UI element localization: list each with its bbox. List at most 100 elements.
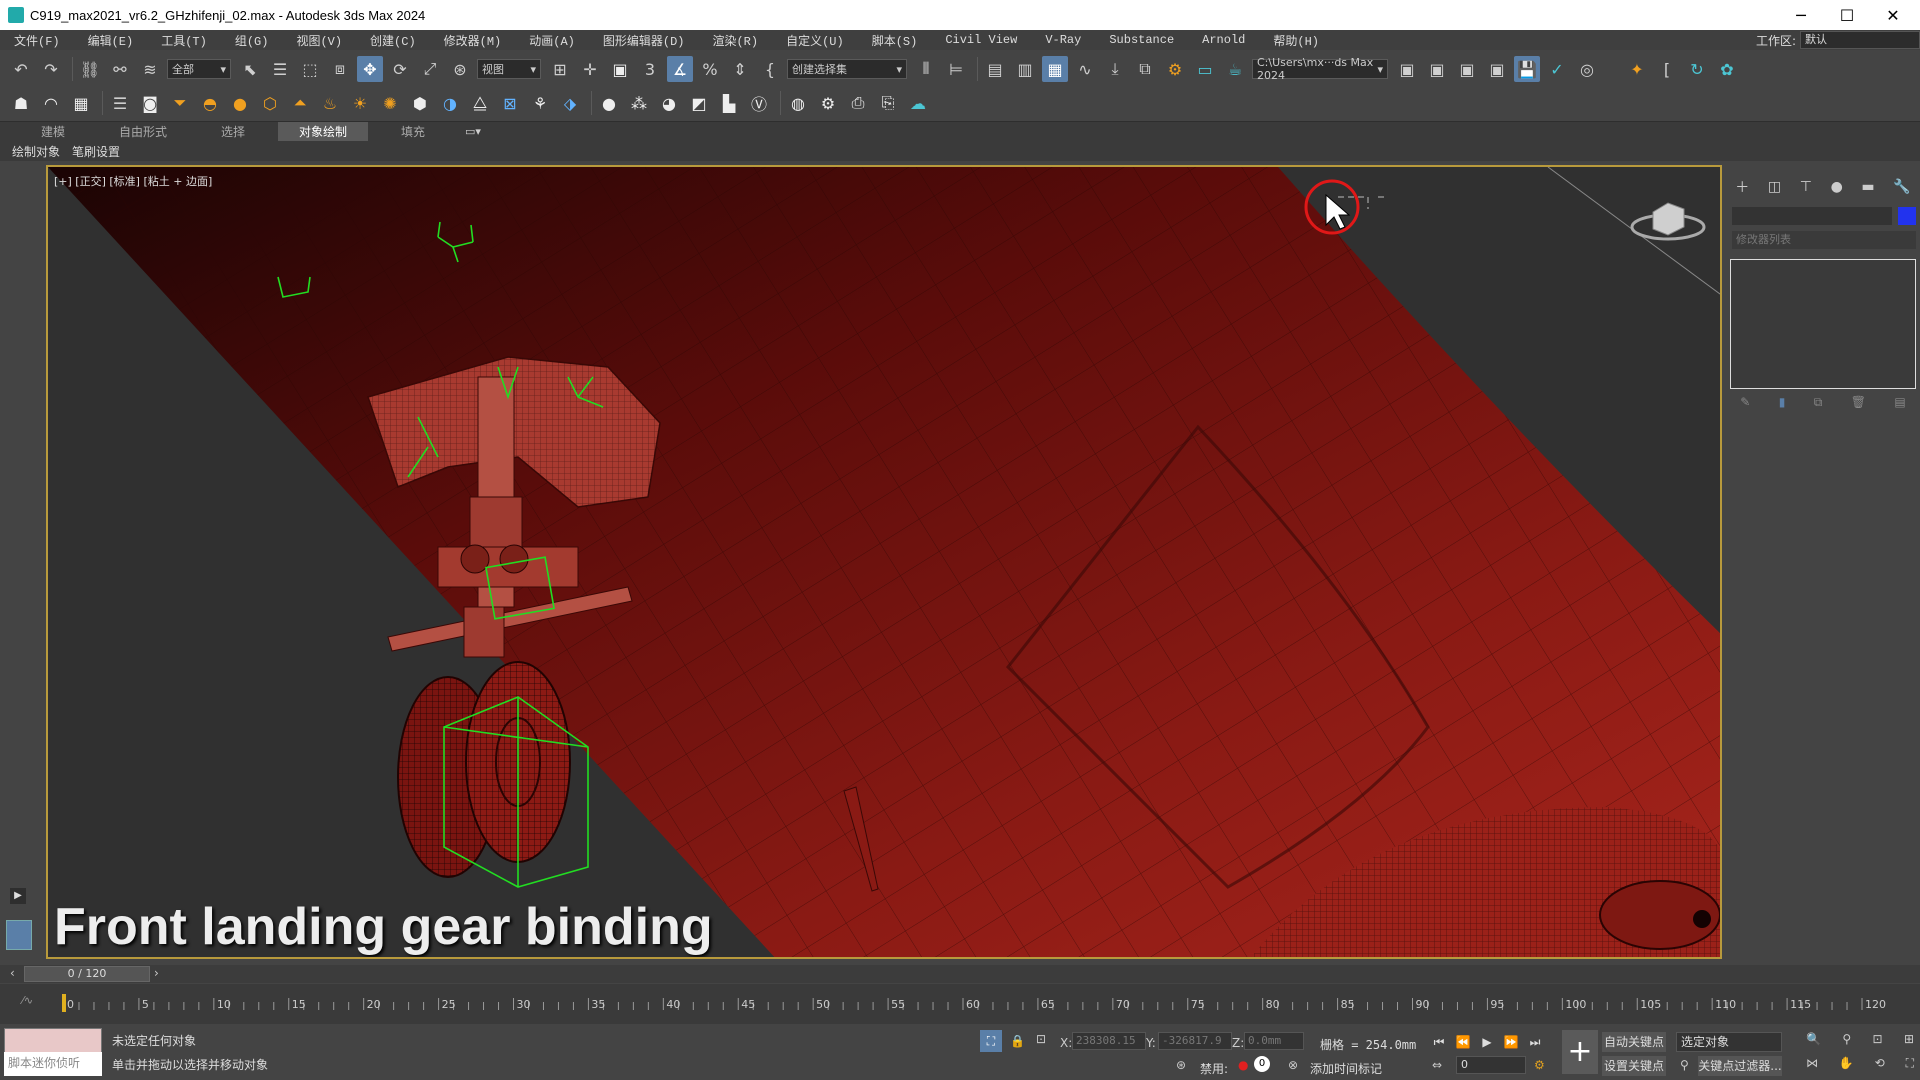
key-target-dropdown[interactable]: 选定对象 bbox=[1676, 1032, 1782, 1052]
utilities-tab-icon[interactable]: 🔧 bbox=[1893, 179, 1910, 195]
reference-coord-dropdown[interactable]: 视图 ▾ bbox=[477, 59, 541, 79]
modifier-list-dropdown[interactable]: 修改器列表 bbox=[1732, 231, 1916, 249]
material-palette-icon[interactable]: ◕ bbox=[656, 90, 682, 116]
z-coordinate-field[interactable]: 0.0mm bbox=[1244, 1032, 1304, 1050]
select-object-icon[interactable]: ⬉ bbox=[237, 56, 263, 82]
keyboard-shortcut-override-icon[interactable]: ▣ bbox=[607, 56, 633, 82]
project-folder-icon[interactable]: ▣ bbox=[1394, 56, 1420, 82]
mesh-light-icon[interactable]: ⬡ bbox=[257, 90, 283, 116]
hierarchy-tab-icon[interactable]: ⊤ bbox=[1800, 179, 1812, 195]
vfb-icon[interactable]: ◍ bbox=[785, 90, 811, 116]
merge-file-icon[interactable]: ▣ bbox=[1454, 56, 1480, 82]
refresh-icon[interactable]: ↻ bbox=[1684, 56, 1710, 82]
pan-icon[interactable]: ✋ bbox=[1839, 1056, 1854, 1071]
spinner-snap-icon[interactable]: ⇕ bbox=[727, 56, 753, 82]
percent-snap-icon[interactable]: % bbox=[697, 56, 723, 82]
pin-stack-icon[interactable]: ✎ bbox=[1740, 395, 1750, 415]
maximize-button[interactable]: ☐ bbox=[1824, 0, 1870, 30]
isolate-selection-icon[interactable]: ⛶ bbox=[980, 1030, 1002, 1052]
x-coordinate-field[interactable]: 238308.15 bbox=[1072, 1032, 1146, 1050]
menu-item[interactable]: Civil View bbox=[931, 33, 1031, 47]
material-library-icon[interactable]: ◩ bbox=[686, 90, 712, 116]
multi-material-icon[interactable]: ⁂ bbox=[626, 90, 652, 116]
menu-item[interactable]: 自定义(U) bbox=[772, 32, 858, 49]
display-tab-icon[interactable]: ▬ bbox=[1861, 179, 1874, 195]
menu-item[interactable]: 图形编辑器(D) bbox=[589, 32, 699, 49]
link-icon[interactable]: ⛓ bbox=[77, 56, 103, 82]
goto-start-icon[interactable]: ⏮ bbox=[1428, 1032, 1450, 1052]
plane-icon[interactable]: ⧋ bbox=[467, 90, 493, 116]
track-bar[interactable]: ⁄∿ 0 5 10 15 20 25 30 35 40 45 50 55 60 65 70 75 80 85 90 9… bbox=[0, 984, 1920, 1024]
volume-grid-icon[interactable]: ⬗ bbox=[557, 90, 583, 116]
play-icon[interactable]: ▶ bbox=[1476, 1032, 1498, 1052]
maxscript-mini-listener[interactable]: 脚本迷你侦听 bbox=[4, 1052, 102, 1076]
time-slider[interactable]: ‹ 0 / 120 › bbox=[0, 965, 1920, 983]
object-name-field[interactable] bbox=[1732, 207, 1892, 225]
bind-spacewarp-icon[interactable]: ≋ bbox=[137, 56, 163, 82]
tree-icon[interactable]: ✦ bbox=[1624, 56, 1650, 82]
selection-lock-icon[interactable]: 🔒 bbox=[1010, 1034, 1025, 1048]
open-file-icon[interactable]: ▣ bbox=[1424, 56, 1450, 82]
proxy-icon[interactable]: ⬢ bbox=[407, 90, 433, 116]
time-config-icon[interactable]: ⚙ bbox=[1534, 1058, 1545, 1072]
camera-icon[interactable]: ◙ bbox=[137, 90, 163, 116]
viewport-layout-icon[interactable] bbox=[6, 920, 32, 950]
minimize-button[interactable]: ─ bbox=[1778, 0, 1824, 30]
time-tag-icon[interactable]: ⊗ bbox=[1288, 1058, 1298, 1072]
tab-object-paint[interactable]: 对象绘制 bbox=[278, 121, 368, 142]
modifier-stack[interactable] bbox=[1730, 259, 1916, 389]
menu-item[interactable]: 渲染(R) bbox=[698, 32, 772, 49]
adaptive-degradation-icon[interactable]: ⊛ bbox=[1176, 1058, 1186, 1072]
add-time-tag[interactable]: 添加时间标记 bbox=[1310, 1060, 1382, 1077]
rendered-frame-window-icon[interactable]: ▭ bbox=[1192, 56, 1218, 82]
sphere-fade-icon[interactable]: ◑ bbox=[437, 90, 463, 116]
pivot-center-icon[interactable]: ⊞ bbox=[547, 56, 573, 82]
subtab-brush-settings[interactable]: 笔刷设置 bbox=[72, 143, 120, 160]
rect-select-region-icon[interactable]: ⬚ bbox=[297, 56, 323, 82]
current-frame-marker[interactable] bbox=[62, 994, 66, 1012]
torus-icon[interactable]: ◠ bbox=[38, 90, 64, 116]
redo-icon[interactable]: ↷ bbox=[38, 56, 64, 82]
configure-sets-icon[interactable]: ▤ bbox=[1894, 395, 1905, 415]
zoom-all-icon[interactable]: ⚲ bbox=[1842, 1032, 1851, 1046]
dome-light-icon[interactable]: ◓ bbox=[197, 90, 223, 116]
next-frame-arrow-icon[interactable]: › bbox=[154, 966, 159, 980]
menu-item[interactable]: 工具(T) bbox=[147, 32, 221, 49]
render-icon[interactable]: ⚙ bbox=[815, 90, 841, 116]
maximize-viewport-icon[interactable]: ⛶ bbox=[1906, 1056, 1914, 1071]
file-render-icon[interactable]: ⎙ bbox=[845, 90, 871, 116]
auto-key-button[interactable]: 自动关键点 bbox=[1602, 1032, 1666, 1052]
viewport-orthographic[interactable]: [+] [正交] [标准] [粘土 + 边面] Front landing ge… bbox=[46, 165, 1722, 959]
scene-explorer-icon[interactable]: ▤ bbox=[982, 56, 1008, 82]
set-key-button[interactable]: 设置关键点 bbox=[1602, 1056, 1666, 1076]
lamp-icon[interactable]: ⏷ bbox=[167, 90, 193, 116]
menu-item[interactable]: Substance bbox=[1095, 33, 1188, 47]
modify-tab-icon[interactable]: ◫ bbox=[1768, 179, 1781, 195]
list-icon[interactable]: ☰ bbox=[107, 90, 133, 116]
tab-modeling[interactable]: 建模 bbox=[8, 122, 98, 142]
menu-item[interactable]: 脚本(S) bbox=[858, 32, 932, 49]
select-by-name-icon[interactable]: ☰ bbox=[267, 56, 293, 82]
workspace-select[interactable]: 默认 bbox=[1800, 31, 1920, 49]
edit-named-selection-icon[interactable]: { bbox=[757, 56, 783, 82]
menu-item[interactable]: 视图(V) bbox=[282, 32, 356, 49]
schematic-view-icon[interactable]: ⤓ bbox=[1102, 56, 1128, 82]
selection-filter-dropdown[interactable]: 全部 ▾ bbox=[167, 59, 231, 79]
record-dot-icon[interactable]: ● bbox=[1238, 1058, 1248, 1072]
menu-item[interactable]: 文件(F) bbox=[0, 32, 74, 49]
ribbon-options-icon[interactable]: ▭▾ bbox=[458, 123, 488, 141]
motion-tab-icon[interactable]: ● bbox=[1831, 179, 1843, 195]
zero-toggle-icon[interactable]: 0 bbox=[1254, 1056, 1270, 1072]
bracket-icon[interactable]: [ bbox=[1654, 56, 1680, 82]
spot-light-icon[interactable]: ⏶ bbox=[287, 90, 313, 116]
project-path-dropdown[interactable]: C:\Users\mx···ds Max 2024 ▾ bbox=[1252, 56, 1388, 82]
zoom-extents-icon[interactable]: ⊡ bbox=[1873, 1032, 1883, 1046]
vray-logo-icon[interactable]: Ⓥ bbox=[746, 90, 772, 116]
select-move-icon[interactable]: ✥ bbox=[357, 56, 383, 82]
zoom-extents-all-icon[interactable]: ⊞ bbox=[1904, 1032, 1914, 1046]
goto-end-icon[interactable]: ⏭ bbox=[1524, 1032, 1546, 1052]
key-filter-icon[interactable]: ⚲ bbox=[1680, 1058, 1689, 1072]
expand-arrow-icon[interactable]: ▶ bbox=[10, 888, 26, 904]
select-place-icon[interactable]: ⊛ bbox=[447, 56, 473, 82]
key-mode-icon[interactable]: ⇔ bbox=[1432, 1058, 1442, 1072]
